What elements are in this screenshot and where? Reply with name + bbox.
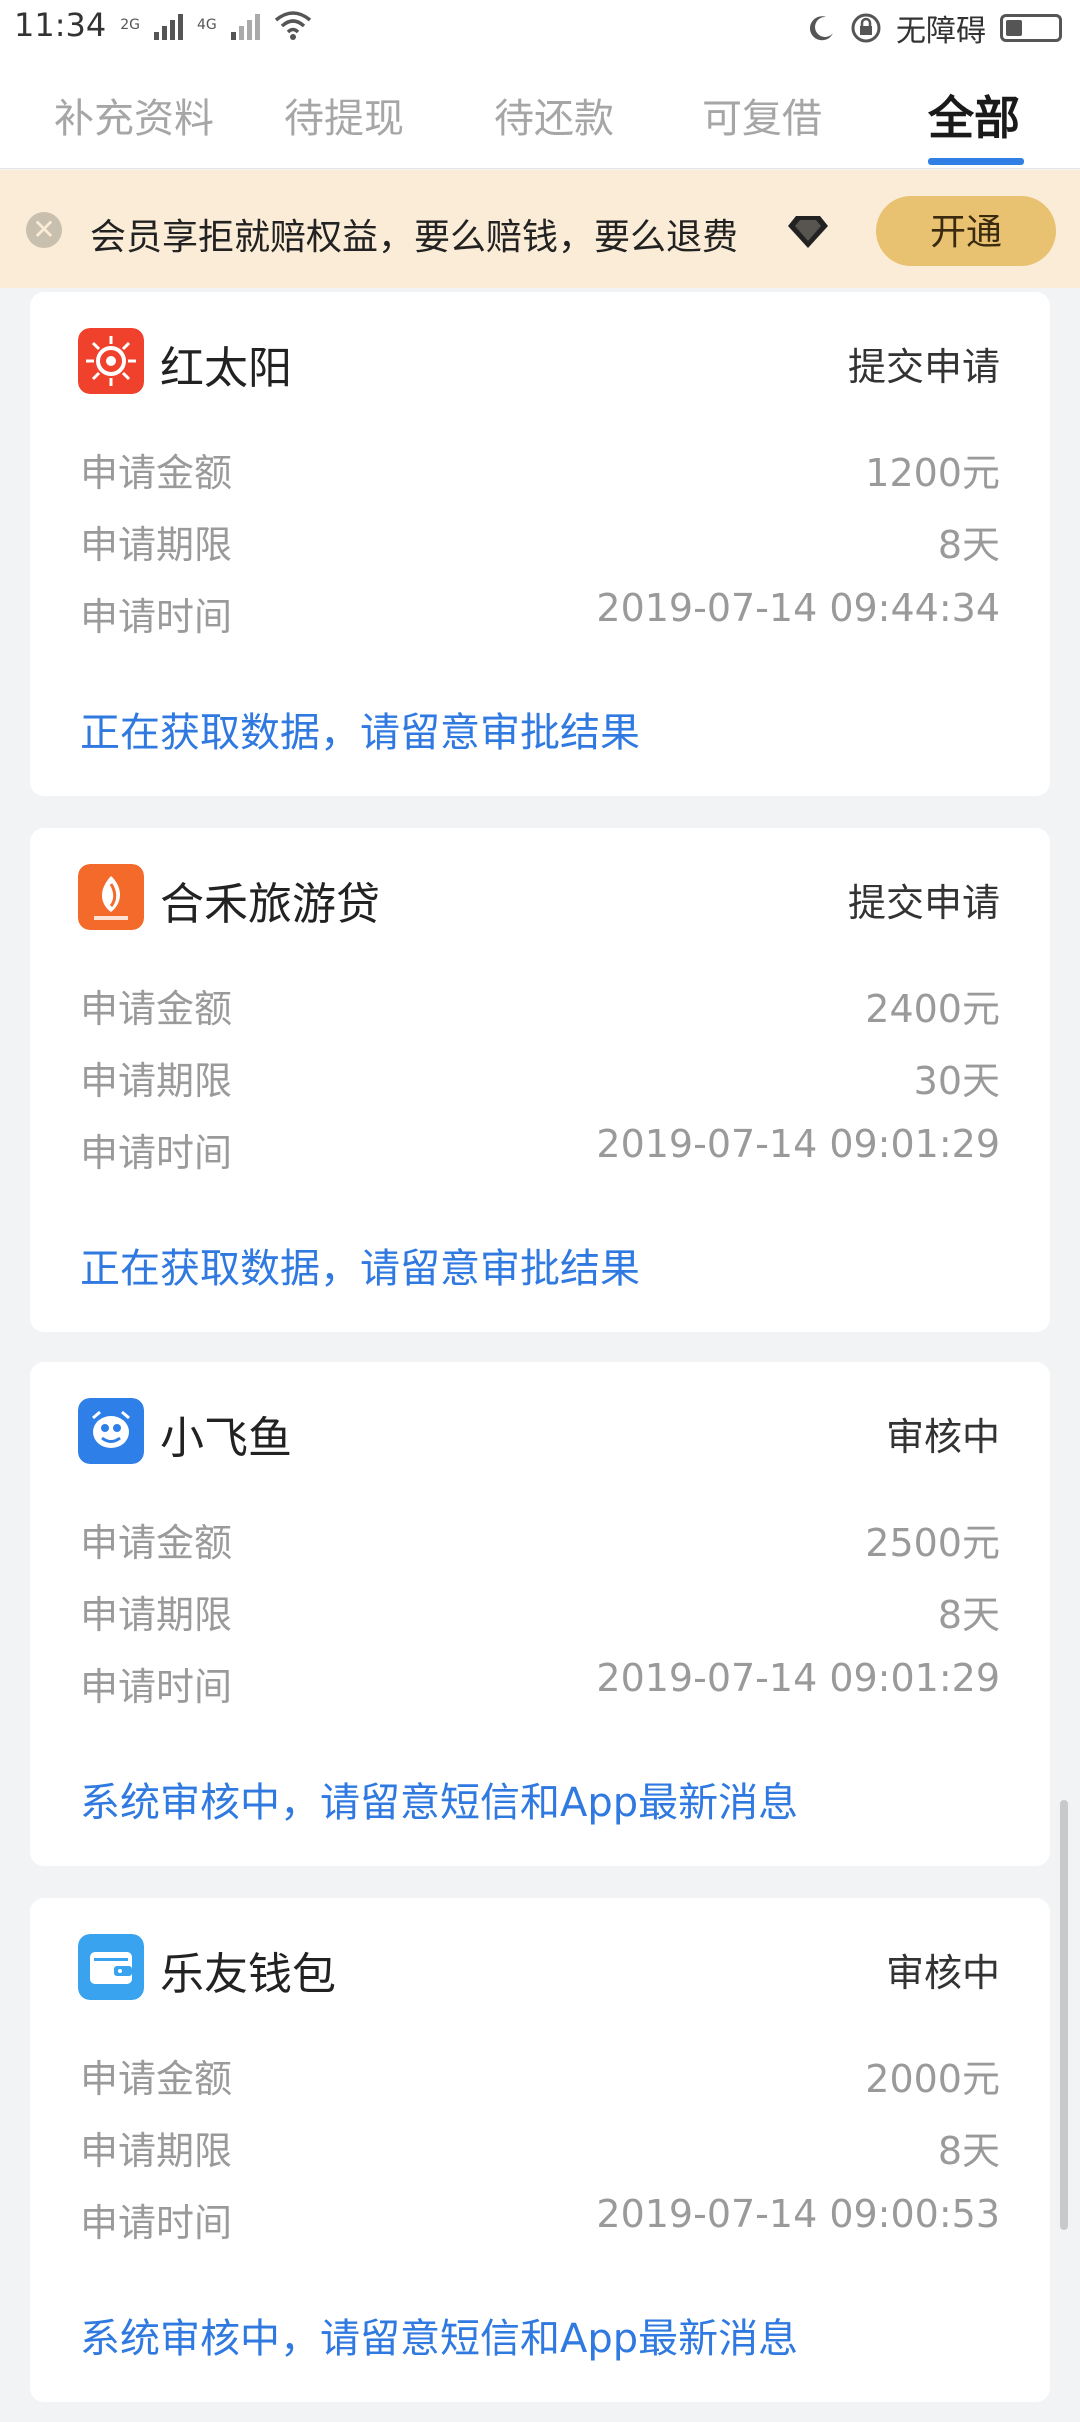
time-value: 2019-07-14 09:01:29	[596, 1656, 1000, 1700]
status-label: 审核中	[885, 1951, 1000, 1995]
time-label: 申请时间	[80, 1665, 233, 1709]
loan-card[interactable]: 小飞鱼 审核中 申请金额 2500元 申请期限 8天 申请时间 2019-07-…	[30, 1362, 1050, 1866]
status-label: 提交申请	[847, 345, 1000, 389]
wallet-logo-icon	[78, 1934, 144, 2000]
tab-supplement-info[interactable]: 补充资料	[54, 86, 214, 144]
time-label: 申请时间	[80, 2201, 233, 2245]
wifi-icon	[274, 11, 311, 40]
status-label: 审核中	[885, 1415, 1000, 1459]
status-label: 提交申请	[847, 881, 1000, 925]
accessibility-label: 无障碍	[896, 14, 986, 49]
time-label: 申请时间	[80, 595, 233, 639]
term-row: 申请期限 8天	[80, 1584, 1000, 1637]
clock: 11:34	[14, 6, 107, 44]
term-row: 申请期限 8天	[80, 514, 1000, 567]
net-2g-label: 2G	[120, 17, 140, 33]
time-row: 申请时间 2019-07-14 09:01:29	[80, 1122, 1000, 1175]
tab-bar: 补充资料 待提现 待还款 可复借 全部	[0, 56, 1080, 169]
active-tab-indicator	[928, 158, 1024, 165]
term-label: 申请期限	[80, 523, 233, 567]
scrollbar[interactable]	[1060, 1800, 1068, 2230]
amount-label: 申请金额	[80, 987, 233, 1031]
amount-value: 2400元	[865, 987, 1000, 1031]
amount-row: 申请金额 1200元	[80, 442, 1000, 495]
amount-value: 1200元	[865, 451, 1000, 495]
term-value: 8天	[937, 1593, 1000, 1637]
fish-logo-icon	[78, 1398, 144, 1464]
status-right: 无障碍	[806, 6, 1062, 50]
lock-rotation-icon	[851, 13, 881, 43]
term-label: 申请期限	[80, 2129, 233, 2173]
product-name: 合禾旅游贷	[160, 879, 380, 930]
term-label: 申请期限	[80, 1059, 233, 1103]
product-name: 小飞鱼	[160, 1413, 292, 1464]
product-name: 乐友钱包	[160, 1949, 336, 2000]
term-value: 8天	[937, 2129, 1000, 2173]
amount-row: 申请金额 2400元	[80, 978, 1000, 1031]
amount-label: 申请金额	[80, 2057, 233, 2101]
net-4g-label: 4G	[196, 17, 217, 33]
banner-text: 会员享拒就赔权益，要么赔钱，要么退费	[90, 217, 739, 258]
time-value: 2019-07-14 09:01:29	[596, 1122, 1000, 1166]
status-note: 正在获取数据，请留意审批结果	[80, 1246, 640, 1292]
amount-row: 申请金额 2000元	[80, 2048, 1000, 2101]
diamond-icon	[788, 216, 828, 248]
tab-pending-repay[interactable]: 待还款	[494, 86, 614, 144]
status-note: 系统审核中，请留意短信和App最新消息	[80, 1780, 799, 1826]
hehe-logo-icon	[78, 864, 144, 930]
amount-value: 2500元	[865, 1521, 1000, 1565]
term-row: 申请期限 8天	[80, 2120, 1000, 2173]
status-bar: 11:34 2G 4G 无障碍	[0, 0, 1080, 56]
time-row: 申请时间 2019-07-14 09:44:34	[80, 586, 1000, 639]
product-name: 红太阳	[160, 343, 292, 394]
time-row: 申请时间 2019-07-14 09:01:29	[80, 1656, 1000, 1709]
term-row: 申请期限 30天	[80, 1050, 1000, 1103]
tab-reborrow[interactable]: 可复借	[702, 86, 822, 144]
status-note: 正在获取数据，请留意审批结果	[80, 710, 640, 756]
term-value: 8天	[937, 523, 1000, 567]
time-label: 申请时间	[80, 1131, 233, 1175]
time-value: 2019-07-14 09:44:34	[596, 586, 1000, 630]
amount-label: 申请金额	[80, 1521, 233, 1565]
amount-value: 2000元	[865, 2057, 1000, 2101]
term-label: 申请期限	[80, 1593, 233, 1637]
tab-all[interactable]: 全部	[928, 82, 1020, 148]
time-row: 申请时间 2019-07-14 09:00:53	[80, 2192, 1000, 2245]
amount-row: 申请金额 2500元	[80, 1512, 1000, 1565]
moon-icon	[809, 16, 833, 41]
amount-label: 申请金额	[80, 451, 233, 495]
signal-icon-2	[230, 10, 260, 40]
battery-icon	[1000, 14, 1062, 42]
open-membership-button[interactable]: 开通	[876, 196, 1056, 266]
status-note: 系统审核中，请留意短信和App最新消息	[80, 2316, 799, 2362]
sun-logo-icon	[78, 328, 144, 394]
loan-card[interactable]: 合禾旅游贷 提交申请 申请金额 2400元 申请期限 30天 申请时间 2019…	[30, 828, 1050, 1332]
close-icon[interactable]: ✕	[26, 212, 62, 248]
signal-icon	[153, 10, 183, 40]
status-left: 11:34 2G 4G	[14, 6, 312, 44]
loan-card[interactable]: 红太阳 提交申请 申请金额 1200元 申请期限 8天 申请时间 2019-07…	[30, 292, 1050, 796]
tab-pending-withdraw[interactable]: 待提现	[284, 86, 404, 144]
loan-card[interactable]: 乐友钱包 审核中 申请金额 2000元 申请期限 8天 申请时间 2019-07…	[30, 1898, 1050, 2402]
membership-banner: ✕ 会员享拒就赔权益，要么赔钱，要么退费 开通	[0, 170, 1080, 288]
time-value: 2019-07-14 09:00:53	[596, 2192, 1000, 2236]
term-value: 30天	[913, 1059, 1000, 1103]
